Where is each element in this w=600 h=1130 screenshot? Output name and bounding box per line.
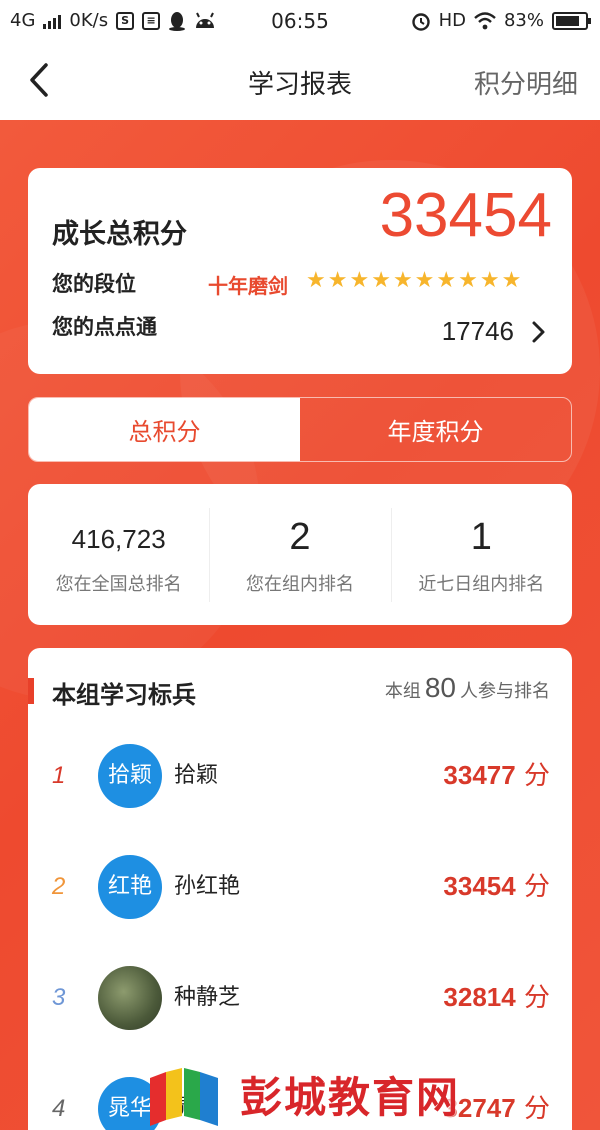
star-icon: ★ (436, 268, 457, 293)
growth-points-card: 成长总积分 33454 您的段位 十年磨剑 ★ ★ ★ ★ ★ ★ ★ ★ ★ ★ 您的点点通 1… (28, 168, 572, 374)
member-points: 33454 分 (443, 831, 550, 942)
battery-percent: 83% (503, 10, 544, 31)
chevron-right-icon[interactable] (530, 320, 546, 344)
group-rank-value: 2 (289, 516, 311, 558)
alarm-icon (411, 12, 430, 31)
member-name: 孙红艳 (174, 874, 241, 899)
weekly-group-rank-value: 1 (470, 516, 492, 558)
member-points: 33477 分 (443, 720, 550, 831)
hd-indicator: HD (438, 10, 466, 31)
section-marker (28, 678, 34, 704)
rank-title: 十年磨剑 (208, 274, 288, 298)
watermark-text: 彭城教育网 (240, 1073, 461, 1122)
avatar-photo (98, 966, 162, 1030)
points-unit: 分 (523, 1094, 550, 1124)
star-icon: ★ (349, 268, 370, 293)
participant-count: 本组 80 人参与排名 (385, 672, 550, 704)
wifi-icon (474, 11, 496, 29)
points-unit: 分 (523, 983, 550, 1013)
leaderboard-row[interactable]: 3 种静芝 32814 分 (28, 942, 572, 1053)
tab-annual-points[interactable]: 年度积分 (300, 398, 571, 461)
star-icon: ★ (306, 268, 326, 293)
national-rank-value: 416,723 (71, 524, 166, 554)
back-arrow-icon[interactable] (26, 62, 56, 98)
weekly-group-rank-caption: 近七日组内排名 (418, 574, 545, 595)
leaderboard-title: 本组学习标兵 (52, 681, 196, 709)
star-icon: ★ (371, 268, 391, 293)
star-icon: ★ (414, 268, 435, 293)
participant-number: 80 (424, 672, 456, 703)
watermark: 彭城教育网 (146, 1058, 486, 1130)
row-rank: 3 (52, 984, 66, 1011)
row-rank: 1 (52, 762, 66, 789)
points-value: 32814 (443, 982, 516, 1012)
row-rank: 4 (52, 1095, 66, 1122)
star-icon: ★ (392, 268, 413, 293)
participant-prefix: 本组 (384, 681, 421, 702)
star-icon: ★ (479, 268, 500, 293)
points-unit: 分 (523, 761, 550, 791)
star-icon: ★ (501, 268, 522, 293)
points-value: 33477 (443, 760, 516, 790)
group-rank: 2 您在组内排名 (209, 484, 390, 625)
diandiantong-label: 您的点点通 (52, 315, 157, 339)
battery-icon (552, 11, 591, 30)
leaderboard-row[interactable]: 2 红艳 孙红艳 33454 分 (28, 831, 572, 942)
book-logo-icon (150, 1068, 218, 1126)
national-rank: 416,723 您在全国总排名 (28, 484, 209, 625)
tab-total-points[interactable]: 总积分 (29, 398, 300, 461)
points-unit: 分 (523, 872, 550, 902)
avatar: 拾颖 (98, 744, 162, 808)
row-rank: 2 (52, 873, 66, 900)
total-points-label: 成长总积分 (52, 219, 187, 250)
member-name: 种静芝 (174, 985, 241, 1010)
diandiantong-value[interactable]: 17746 (442, 316, 514, 347)
star-icon: ★ (458, 268, 478, 293)
rank-stars: ★ ★ ★ ★ ★ ★ ★ ★ ★ ★ (306, 268, 521, 294)
weekly-group-rank: 1 近七日组内排名 (390, 484, 572, 625)
points-tabs: 总积分 年度积分 (28, 397, 572, 462)
points-detail-link[interactable]: 积分明细 (474, 64, 578, 101)
battery-fill (556, 15, 580, 26)
rank-label: 您的段位 (52, 272, 136, 296)
points-value: 33454 (443, 871, 516, 901)
status-bar: 4G 0K/s S ≡ 06:55 HD 83% (0, 0, 600, 42)
national-rank-caption: 您在全国总排名 (55, 574, 182, 595)
leaderboard-row[interactable]: 1 拾颖 拾颖 33477 分 (28, 720, 572, 831)
member-name: 拾颖 (174, 763, 219, 788)
status-right: HD 83% (411, 10, 591, 31)
ranking-stats-card: 416,723 您在全国总排名 2 您在组内排名 1 近七日组内排名 (28, 484, 572, 625)
group-rank-caption: 您在组内排名 (245, 574, 354, 595)
star-icon: ★ (327, 268, 348, 293)
member-points: 32814 分 (443, 942, 550, 1053)
total-points-value: 33454 (379, 181, 552, 250)
nav-bar: 学习报表 积分明细 (0, 42, 600, 120)
avatar: 红艳 (98, 855, 162, 919)
participant-suffix: 人参与排名 (460, 681, 550, 702)
